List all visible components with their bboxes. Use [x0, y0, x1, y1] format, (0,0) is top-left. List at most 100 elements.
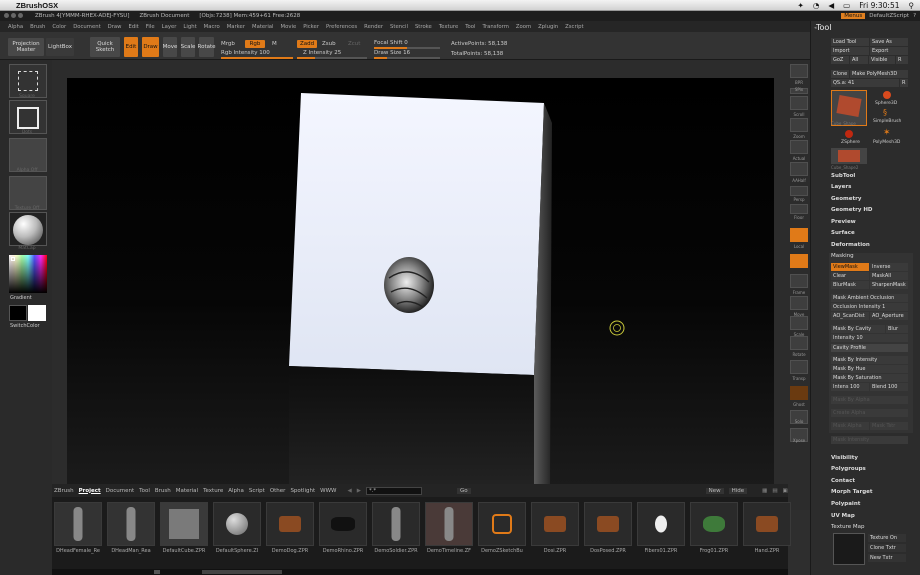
- actual-button[interactable]: [790, 140, 808, 154]
- texture-map-thumbnail[interactable]: [833, 533, 865, 565]
- clear-mask-button[interactable]: Clear: [831, 272, 869, 280]
- lightbox-thumb[interactable]: [637, 502, 685, 546]
- tab-texture[interactable]: Texture: [203, 488, 223, 494]
- tab-brush[interactable]: Brush: [155, 488, 171, 494]
- scroll-button[interactable]: [790, 96, 808, 110]
- collapse-icon[interactable]: ◂: [814, 25, 817, 31]
- primary-color-swatch[interactable]: [9, 305, 27, 321]
- cube-top-face[interactable]: [289, 93, 544, 375]
- mrgb-button[interactable]: Mrgb: [221, 41, 235, 47]
- zadd-button[interactable]: Zadd: [297, 40, 317, 48]
- cavity-intensity-slider[interactable]: Intensity 10: [831, 334, 908, 342]
- scale-button[interactable]: Scale: [181, 37, 195, 57]
- menu-texture[interactable]: Texture: [439, 24, 458, 30]
- lightbox-thumb[interactable]: [743, 502, 791, 546]
- window-controls[interactable]: [4, 12, 25, 20]
- lightbox-thumb[interactable]: [372, 502, 420, 546]
- clone-button[interactable]: Clone: [831, 70, 849, 78]
- mask-alpha-button[interactable]: Mask Alpha: [831, 422, 869, 430]
- menu-render[interactable]: Render: [364, 24, 383, 30]
- zsphere-icon[interactable]: [845, 130, 853, 138]
- color-picker[interactable]: [9, 255, 47, 293]
- go-button[interactable]: Go: [456, 487, 471, 494]
- dropbox-icon[interactable]: ✦: [798, 1, 804, 10]
- make-polymesh-button[interactable]: Make PolyMesh3D: [850, 70, 908, 78]
- cavity-blur-slider[interactable]: Blur: [886, 325, 908, 333]
- lightbox-thumb[interactable]: [319, 502, 367, 546]
- mask-intensity-slider[interactable]: Mask Intensity: [831, 436, 908, 444]
- zsub-button[interactable]: Zsub: [322, 41, 336, 47]
- geometry-section[interactable]: Geometry: [831, 196, 861, 202]
- volume-icon[interactable]: ◀: [828, 1, 834, 10]
- lightbox-thumb[interactable]: [478, 502, 526, 546]
- rotate-view-button[interactable]: [790, 336, 808, 350]
- visible-button[interactable]: Visible: [869, 56, 895, 64]
- tool-thumb-cube2[interactable]: [831, 148, 867, 164]
- menu-color[interactable]: Color: [52, 24, 66, 30]
- frame-button[interactable]: [790, 274, 808, 288]
- sharpen-mask-button[interactable]: SharpenMask: [870, 281, 908, 289]
- scroll-left-icon[interactable]: [154, 570, 160, 574]
- zcut-button[interactable]: Zcut: [348, 41, 360, 47]
- ghost-button[interactable]: [790, 386, 808, 400]
- mask-by-intensity-button[interactable]: Mask By Intensity: [831, 356, 908, 364]
- lightbox-thumb[interactable]: [425, 502, 473, 546]
- menu-preferences[interactable]: Preferences: [326, 24, 357, 30]
- focal-shift-slider[interactable]: [374, 47, 440, 49]
- all-button[interactable]: All: [850, 56, 868, 64]
- tool-palette-title[interactable]: Tool: [816, 23, 832, 32]
- draw-size-slider[interactable]: [374, 57, 440, 59]
- app-name[interactable]: ZBrushOSX: [16, 1, 58, 10]
- mask-by-saturation-button[interactable]: Mask By Saturation: [831, 374, 908, 382]
- xyz-button[interactable]: [790, 254, 808, 268]
- current-tool-r-button[interactable]: R: [900, 79, 908, 87]
- menu-movie[interactable]: Movie: [281, 24, 297, 30]
- menu-alpha[interactable]: Alpha: [8, 24, 23, 30]
- simplebrush-icon[interactable]: §: [883, 109, 891, 117]
- bpr-button[interactable]: [790, 64, 808, 78]
- help-icon[interactable]: ?: [913, 13, 916, 19]
- save-as-button[interactable]: Save As: [870, 38, 908, 46]
- texture-map-section[interactable]: Texture Map: [831, 524, 865, 530]
- tab-other[interactable]: Other: [270, 488, 286, 494]
- current-tool-slider[interactable]: QS.a: 41: [831, 79, 899, 87]
- lightbox-thumb[interactable]: [690, 502, 738, 546]
- subtool-section[interactable]: SubTool: [831, 173, 855, 179]
- layout-large-icon[interactable]: ▣: [783, 488, 788, 494]
- menu-brush[interactable]: Brush: [30, 24, 45, 30]
- draw-button[interactable]: Draw: [142, 37, 159, 57]
- tab-spotlight[interactable]: Spotlight: [290, 488, 315, 494]
- tab-material[interactable]: Material: [176, 488, 198, 494]
- battery-icon[interactable]: ▭: [843, 1, 850, 10]
- clock[interactable]: Fri 9:30:51: [859, 1, 899, 10]
- layout-grid-icon[interactable]: ▦: [762, 488, 767, 494]
- material-selector[interactable]: [9, 212, 47, 246]
- mask-all-button[interactable]: MaskAll: [870, 272, 908, 280]
- menu-stencil[interactable]: Stencil: [390, 24, 408, 30]
- contact-section[interactable]: Contact: [831, 478, 855, 484]
- forward-arrow-icon[interactable]: ▶: [357, 488, 361, 494]
- alpha-off-selector[interactable]: [9, 138, 47, 172]
- ao-scandist-slider[interactable]: AO_ScanDist: [831, 312, 869, 320]
- menu-draw[interactable]: Draw: [108, 24, 122, 30]
- tab-document[interactable]: Document: [106, 488, 135, 494]
- polygroups-section[interactable]: Polygroups: [831, 466, 866, 472]
- tab-script[interactable]: Script: [249, 488, 265, 494]
- scale-view-button[interactable]: [790, 316, 808, 330]
- menu-zoom[interactable]: Zoom: [516, 24, 531, 30]
- menu-light[interactable]: Light: [183, 24, 196, 30]
- new-txtr-button[interactable]: New Txtr: [868, 554, 906, 562]
- surface-section[interactable]: Surface: [831, 230, 855, 236]
- lightbox-scrollbar[interactable]: [52, 569, 788, 575]
- zoom-button[interactable]: [790, 118, 808, 132]
- stroke-selector[interactable]: [9, 64, 47, 98]
- texture-on-button[interactable]: Texture On: [868, 534, 906, 542]
- lightbox-thumb[interactable]: [531, 502, 579, 546]
- projection-master-button[interactable]: Projection Master: [8, 38, 44, 56]
- blur-mask-button[interactable]: BlurMask: [831, 281, 869, 289]
- z-intensity-slider[interactable]: [297, 57, 367, 59]
- inverse-button[interactable]: Inverse: [870, 263, 908, 271]
- wifi-icon[interactable]: ◔: [813, 1, 820, 10]
- mask-ambient-occlusion-button[interactable]: Mask Ambient Occlusion: [831, 294, 908, 302]
- new-button[interactable]: New: [705, 487, 724, 494]
